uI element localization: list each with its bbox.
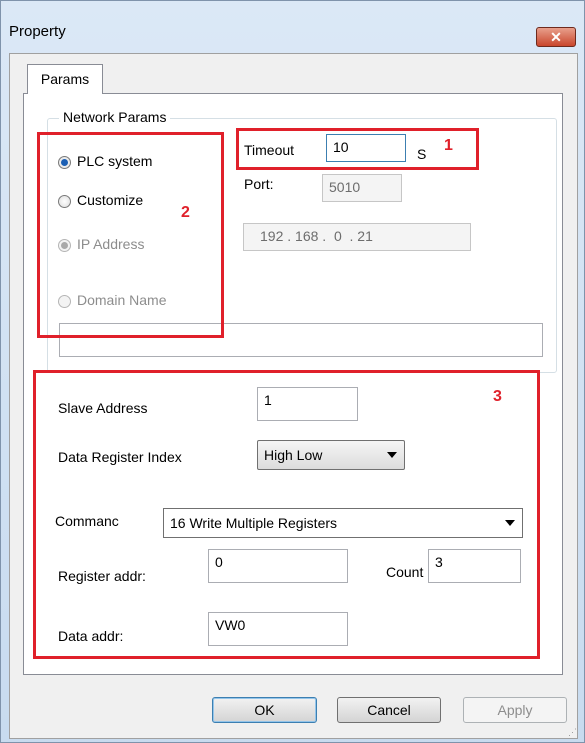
annotation-number-1: 1 — [444, 137, 453, 154]
annotation-number-3: 3 — [493, 388, 502, 405]
annotation-box-2 — [37, 132, 224, 338]
ip-address-input: 192 . 168 . 0 . 21 — [243, 223, 471, 251]
tab-label: Params — [40, 71, 90, 87]
annotation-box-3 — [33, 370, 540, 659]
apply-button: Apply — [463, 697, 567, 723]
window-title: Property — [9, 23, 66, 40]
resize-grip-icon[interactable]: ⋰ — [568, 727, 577, 738]
annotation-number-2: 2 — [181, 204, 190, 221]
port-label: Port: — [244, 176, 274, 192]
property-dialog: Property ✕ Params Network Params PLC sys… — [0, 0, 585, 743]
tab-params[interactable]: Params — [27, 64, 103, 94]
close-icon: ✕ — [550, 29, 562, 45]
port-input: 5010 — [322, 174, 402, 202]
annotation-box-1 — [236, 128, 479, 170]
ok-button[interactable]: OK — [212, 697, 317, 723]
network-params-label: Network Params — [59, 109, 171, 125]
close-button[interactable]: ✕ — [536, 27, 576, 47]
cancel-button[interactable]: Cancel — [337, 697, 441, 723]
